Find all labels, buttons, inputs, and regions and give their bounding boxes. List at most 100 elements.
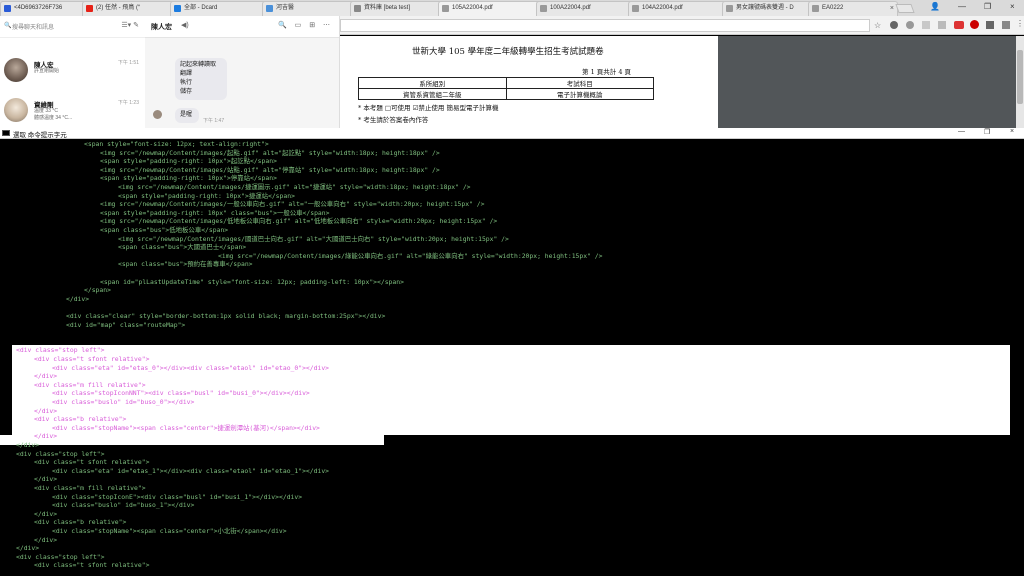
- contact-time: 下午 1:51: [117, 60, 139, 66]
- console-line: <div class="stopIconE"><div class="busl"…: [52, 492, 303, 501]
- console-line: <img src="/newmap/Content/images/起點.gif"…: [100, 148, 440, 157]
- adblock-icon[interactable]: [970, 20, 979, 29]
- console-output[interactable]: <span style="font-size: 12px; text-align…: [0, 139, 1024, 576]
- console-line: </div>: [16, 441, 40, 449]
- console-line: <div class="t sfont relative">: [34, 561, 150, 570]
- message-line: 翻譯: [180, 71, 193, 77]
- pdf-scrollbar[interactable]: [1016, 36, 1024, 128]
- tab-label: 全部 - Dcard: [184, 5, 218, 11]
- console-icon: [2, 130, 10, 136]
- console-line: <div class="stopIconNNT"><div class="bus…: [52, 389, 310, 398]
- console-line: <span style="padding-right: 10px">起訖點</s…: [100, 157, 277, 166]
- browser-tab[interactable]: 104A22004.pdf×: [628, 1, 730, 16]
- text-selection: [0, 435, 384, 445]
- console-line: </span>: [84, 286, 111, 295]
- browser-tab[interactable]: 100A22004.pdf×: [536, 1, 636, 16]
- bookmark-star-icon[interactable]: ☆: [874, 21, 881, 30]
- console-line: <div class="eta" id="etas_0"></div><div …: [52, 363, 330, 372]
- message-line: 執行: [180, 80, 193, 86]
- minimize-button[interactable]: —: [958, 128, 965, 135]
- contact-preview: 溫度 33 °C 體感溫度 34 °C...: [34, 108, 73, 121]
- extension-icon[interactable]: [954, 21, 964, 29]
- chat-list-tools[interactable]: ☰▾ ✎: [121, 21, 139, 29]
- chat-search-input[interactable]: 搜尋聊天和訊息: [12, 22, 54, 31]
- profile-icon[interactable]: 👤: [930, 2, 940, 11]
- maximize-button[interactable]: ❐: [984, 128, 990, 136]
- extension-icon[interactable]: [938, 21, 946, 29]
- chat-list-header: 🔍 搜尋聊天和訊息 ☰▾ ✎: [0, 16, 145, 38]
- pdf-page: 世新大學 105 學年度二年級轉學生招生考試試題卷 第 1 頁共計 4 頁 系所…: [340, 36, 718, 128]
- console-line: <span class="bus">預約在善專車</span>: [118, 260, 253, 269]
- close-window-button[interactable]: ×: [1010, 128, 1014, 135]
- contact-time: 下午 1:23: [117, 100, 139, 106]
- message-bubble: 是喔: [175, 108, 199, 123]
- browser-tab[interactable]: 105A22004.pdf×: [438, 1, 544, 16]
- extension-icon[interactable]: [922, 21, 930, 29]
- console-line: <div class="b relative">: [34, 415, 127, 424]
- tab-label: EA0222: [822, 5, 844, 11]
- exam-note: * 考生請於答案卷內作答: [358, 116, 429, 124]
- console-line: <div class="clear" style="border-bottom:…: [66, 312, 386, 320]
- browser-tab[interactable]: <4D6963726F736×: [0, 1, 90, 16]
- menu-icon[interactable]: ⋮: [1016, 19, 1024, 28]
- speaker-icon[interactable]: ◀): [181, 21, 189, 29]
- maximize-button[interactable]: ❐: [984, 2, 991, 11]
- tab-label: 男女讓號碼表雙週 - D: [736, 5, 794, 11]
- console-line: <div class="stop left">: [16, 449, 105, 458]
- extension-icon[interactable]: [890, 21, 898, 29]
- page-info: 第 1 頁共計 4 頁: [582, 68, 632, 76]
- table-cell: 電子計算機概論: [505, 88, 654, 100]
- console-line: <div class="m fill relative">: [34, 484, 146, 492]
- console-line: <div class="stop left">: [16, 346, 105, 355]
- console-line: <span class="bus">低地板公車</span>: [100, 226, 229, 234]
- console-line: <div class="stopName"><span class="cente…: [52, 423, 320, 432]
- extension-icon[interactable]: [1002, 21, 1010, 29]
- console-line: <div class="t sfont relative">: [34, 355, 150, 363]
- close-window-button[interactable]: ×: [1010, 2, 1015, 11]
- conversation-tools[interactable]: 🔍 ▭ ⊞ ⋯: [278, 21, 333, 29]
- message-line: 記起來轉讀取: [180, 62, 217, 68]
- tab-favicon-icon: [4, 5, 11, 12]
- conversation-title: 陳人宏: [151, 24, 172, 31]
- search-icon[interactable]: 🔍: [4, 22, 11, 29]
- exam-note: * 本考題 □可使用 ☑禁止使用 簡易型電子計算機: [358, 104, 499, 112]
- console-line: <img src="/newmap/Content/images/捷運圖示.gi…: [118, 183, 471, 191]
- tab-close-icon[interactable]: ×: [890, 2, 894, 15]
- tab-label: 100A22004.pdf: [550, 5, 591, 11]
- tab-label: 105A22004.pdf: [452, 5, 493, 11]
- tab-favicon-icon: [812, 5, 819, 12]
- console-line: </div>: [66, 294, 90, 303]
- table-cell: 考試科目: [505, 77, 654, 89]
- browser-tab[interactable]: (2) 任然 - 飛鳥 (“×: [82, 1, 178, 16]
- console-line: </div>: [34, 406, 58, 415]
- console-line: </div>: [16, 544, 40, 553]
- tab-label: 資料庫 [beta test]: [364, 5, 411, 11]
- tab-favicon-icon: [354, 5, 361, 12]
- extension-icon[interactable]: [986, 21, 994, 29]
- browser-tab-bar: <4D6963726F736×(2) 任然 - 飛鳥 (“×全部 - Dcard…: [0, 0, 1024, 16]
- extension-icon[interactable]: [906, 21, 914, 29]
- console-line: </div>: [34, 509, 58, 518]
- console-line: <span id="plLastUpdateTime" style="font-…: [100, 277, 404, 286]
- contact-item[interactable]: 資維剛 下午 1:23 溫度 33 °C 體感溫度 34 °C...: [0, 96, 145, 126]
- minimize-button[interactable]: —: [958, 2, 966, 11]
- url-input[interactable]: [340, 19, 870, 32]
- console-line: <div class="t sfont relative">: [34, 458, 150, 467]
- contact-item[interactable]: 陳人宏 下午 1:51 許宣剛開始: [0, 56, 145, 86]
- tab-label: <4D6963726F736: [14, 5, 63, 11]
- console-title: 選取 命令提示字元: [13, 132, 67, 139]
- browser-tab[interactable]: 全部 - Dcard×: [170, 1, 270, 16]
- browser-tab[interactable]: 河吉醫×: [262, 1, 358, 16]
- scrollbar-thumb[interactable]: [1017, 50, 1023, 104]
- console-line: <div class="b relative">: [34, 518, 127, 527]
- console-line: <div class="buslo" id="buso_1"></div>: [52, 501, 195, 510]
- console-line: <img src="/newmap/Content/images/綠能公車向右.…: [218, 251, 603, 260]
- console-line: <img src="/newmap/Content/images/低地板公車向右…: [100, 217, 498, 226]
- exam-title: 世新大學 105 學年度二年級轉學生招生考試試題卷: [412, 47, 604, 57]
- browser-tab[interactable]: 男女讓號碼表雙週 - D×: [722, 1, 816, 16]
- table-cell: 資管系資管組二年級: [358, 88, 507, 100]
- browser-tab[interactable]: EA0222 ×: [808, 1, 898, 16]
- new-tab-button[interactable]: [895, 4, 915, 13]
- browser-tab[interactable]: 資料庫 [beta test]×: [350, 1, 446, 16]
- console-line: </div>: [34, 475, 58, 484]
